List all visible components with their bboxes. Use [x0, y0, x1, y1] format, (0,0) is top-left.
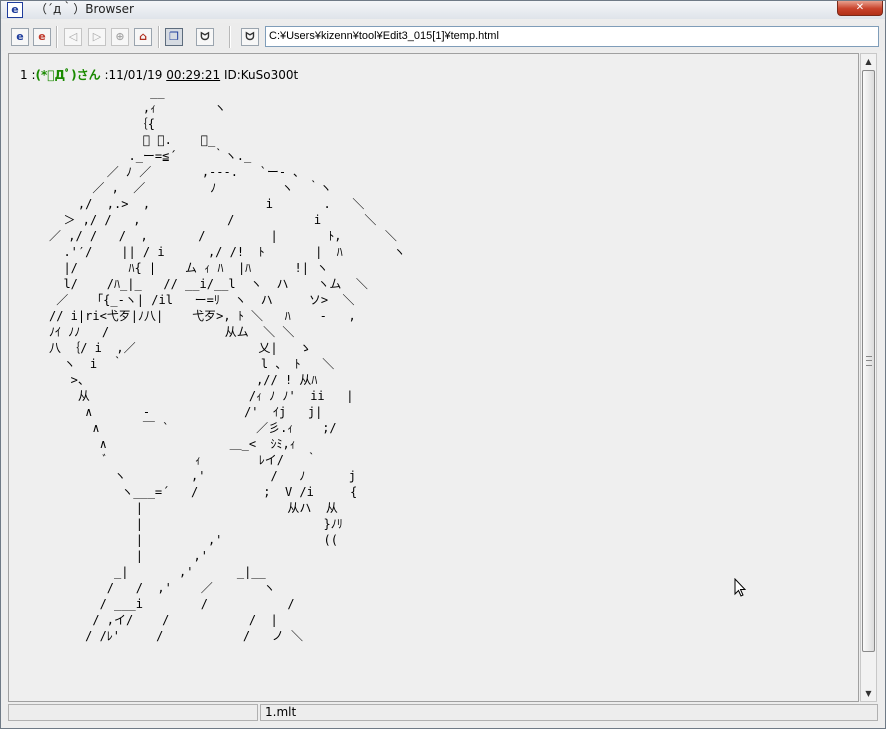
vertical-scrollbar[interactable]: ▲ ▼ — [860, 53, 877, 702]
stop-icon[interactable]: ⊕ — [111, 28, 129, 46]
page-content: 1 :(*ﾟДﾟ)さん :11/01/19 00:29:21 ID:KuSo30… — [8, 53, 859, 702]
face-alt-icon[interactable]: ᗢ — [241, 28, 259, 46]
status-bar: 1.mlt — [8, 704, 878, 722]
address-bar[interactable]: C:¥Users¥kizenn¥tool¥Edit3_015[1]¥temp.h… — [265, 26, 879, 47]
browser-red-icon[interactable]: e — [33, 28, 51, 46]
browser-window: e （´д｀）Browser ✕ e e ◁ ▷ ⊕ ⌂ ❐ ᗢ ᗢ C:¥Us… — [0, 0, 886, 729]
browser-icon[interactable]: e — [11, 28, 29, 46]
close-button[interactable]: ✕ — [837, 1, 883, 16]
post-date: :11/01/19 — [100, 68, 167, 82]
post-id[interactable]: ID:KuSo300t — [220, 68, 298, 82]
toolbar-separator — [229, 26, 231, 48]
scroll-down-icon[interactable]: ▼ — [861, 686, 876, 701]
scroll-thumb[interactable] — [862, 70, 875, 652]
post-time[interactable]: 00:29:21 — [166, 68, 220, 82]
copy-icon[interactable]: ❐ — [165, 28, 183, 46]
home-icon[interactable]: ⌂ — [134, 28, 152, 46]
status-left — [8, 704, 258, 721]
title-bar[interactable]: e （´д｀）Browser ✕ — [1, 1, 885, 19]
ascii-art: __ ,ｨ ヽ ｛{ ﾞ ､. ＿_ ._ー=≦´ ｀ヽ._ ／ ﾉ ／ ,--… — [49, 85, 406, 643]
mouse-cursor-icon — [734, 578, 747, 597]
grip-icon — [866, 356, 872, 366]
back-icon[interactable]: ◁ — [64, 28, 82, 46]
face-icon[interactable]: ᗢ — [196, 28, 214, 46]
post-author: (*ﾟДﾟ)さん — [35, 68, 101, 82]
app-icon: e — [7, 2, 23, 18]
post-separator: : — [27, 68, 36, 82]
forward-icon[interactable]: ▷ — [88, 28, 106, 46]
toolbar-separator — [158, 26, 160, 48]
post-header: 1 :(*ﾟДﾟ)さん :11/01/19 00:29:21 ID:KuSo30… — [20, 67, 298, 83]
toolbar-separator — [56, 26, 58, 48]
scroll-up-icon[interactable]: ▲ — [861, 54, 876, 69]
status-file: 1.mlt — [260, 704, 878, 721]
post-number[interactable]: 1 — [20, 68, 28, 82]
window-title: （´д｀）Browser — [35, 2, 134, 16]
